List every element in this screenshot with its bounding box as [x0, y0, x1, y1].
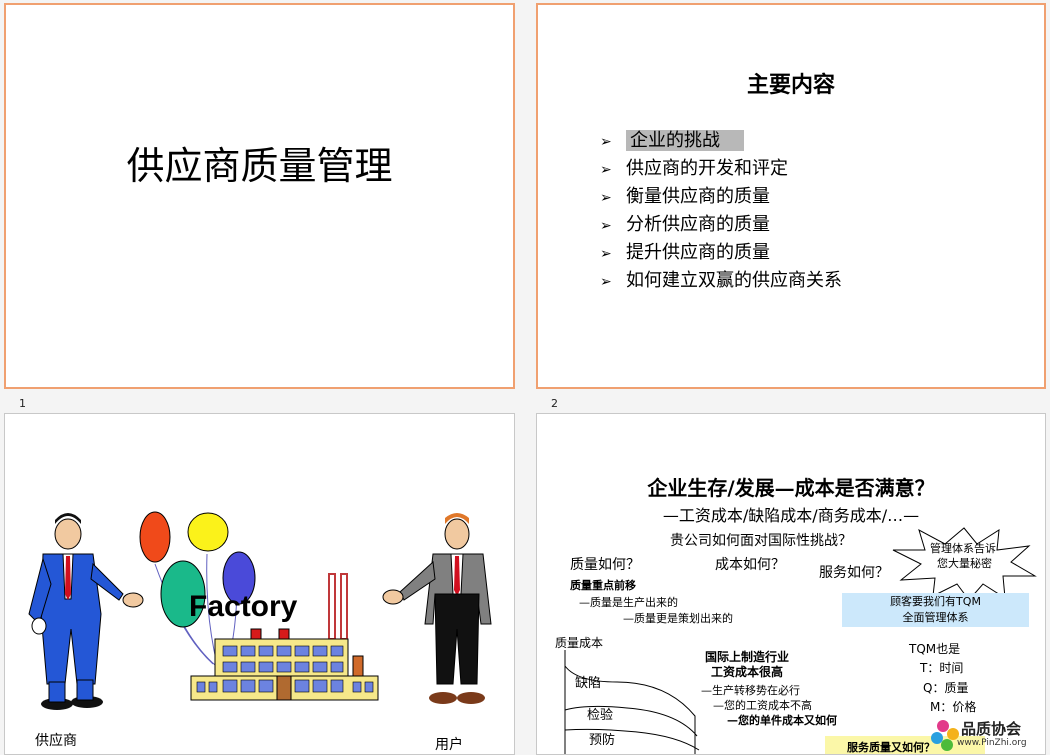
tqm-t-line: T：时间 — [920, 661, 964, 675]
arrow-bullet-icon: ➢ — [600, 134, 612, 150]
site-logo: 品质协会 www.PinZhi.org — [929, 716, 1045, 754]
logo-flower-icon — [931, 720, 959, 751]
toc-item: ➢ 提升供应商的质量 — [600, 239, 842, 267]
slide-number-1: 1 — [19, 397, 26, 410]
toc-item: ➢ 供应商的开发和评定 — [600, 155, 842, 183]
cost-question: 成本如何？ — [715, 557, 785, 573]
burst-line-2: 您大量秘密 — [937, 557, 992, 570]
toc-item-label: 供应商的开发和评定 — [626, 158, 788, 179]
focus-title: 质量重点前移 — [570, 579, 636, 592]
toc-item-label: 提升供应商的质量 — [626, 242, 770, 263]
arrow-bullet-icon: ➢ — [600, 246, 612, 262]
slide-title: 供应商质量管理 — [126, 144, 393, 188]
toc-item-label: 企业的挑战 — [626, 130, 744, 151]
cost-curve-chart — [564, 650, 700, 754]
slide-thumbnail-2[interactable]: 主要内容 ➢ 企业的挑战 ➢ 供应商的开发和评定 ➢ 衡量供应商的质量 ➢ 分析供应商的… — [536, 3, 1046, 389]
intl-line-4: —您的工资成本不高 — [713, 699, 812, 712]
toc-item: ➢ 衡量供应商的质量 — [600, 183, 842, 211]
tqm-also: TQM也是 — [909, 642, 961, 656]
toc-item: ➢ 企业的挑战 — [600, 127, 842, 155]
arrow-bullet-icon: ➢ — [600, 190, 612, 206]
slide-thumbnail-3[interactable]: Factory 供应商 用户 — [4, 413, 515, 755]
curve-label-inspection: 检验 — [587, 708, 614, 723]
supplier-figure — [28, 511, 492, 710]
curve-label-prevention: 预防 — [589, 733, 616, 748]
service-question: 服务如何？ — [819, 565, 889, 581]
bottom-banner-text: 服务质量又如何？ — [847, 741, 935, 754]
quality-question: 质量如何？ — [570, 557, 640, 573]
slide-number-2: 2 — [551, 397, 558, 410]
arrow-bullet-icon: ➢ — [600, 218, 612, 234]
toc-list: ➢ 企业的挑战 ➢ 供应商的开发和评定 ➢ 衡量供应商的质量 ➢ 分析供应商的质量 ➢ 提… — [600, 127, 842, 295]
toc-item-label: 分析供应商的质量 — [626, 214, 770, 235]
focus-line-2: —质量更是策划出来的 — [623, 612, 733, 625]
logo-text: 品质协会 — [961, 720, 1022, 738]
intl-line-2: 工资成本很高 — [711, 665, 784, 679]
tqm-q-line: Q：质量 — [923, 681, 969, 695]
intl-line-5: —您的单件成本又如何 — [727, 714, 837, 727]
arrow-bullet-icon: ➢ — [600, 274, 612, 290]
slide-thumbnail-1[interactable]: 供应商质量管理 — [4, 3, 515, 389]
logo-url: www.PinZhi.org — [957, 738, 1027, 748]
tqm-m-line: M：价格 — [930, 700, 977, 714]
slide-thumbnail-4[interactable]: 企业生存/发展—成本是否满意？ —工资成本/缺陷成本/商务成本/…— 贵公司如何… — [536, 413, 1046, 755]
toc-item-label: 衡量供应商的质量 — [626, 186, 770, 207]
slide-title: 主要内容 — [746, 72, 835, 98]
tqm-box-line-1: 顾客要我们有TQM — [890, 595, 981, 608]
tqm-box: 顾客要我们有TQM 全面管理体系 — [842, 593, 1029, 627]
curve-label-defect: 缺陷 — [575, 676, 602, 691]
challenge-text: 贵公司如何面对国际性挑战？ — [670, 533, 852, 549]
supplier-label: 供应商 — [35, 733, 77, 749]
burst-line-1: 管理体系告诉 — [930, 542, 996, 555]
toc-item: ➢ 如何建立双赢的供应商关系 — [600, 267, 842, 295]
intl-line-3: —生产转移势在必行 — [701, 684, 800, 697]
tqm-box-line-2: 全面管理体系 — [902, 611, 969, 624]
factory-label: Factory — [189, 590, 298, 623]
focus-line-1: —质量是生产出来的 — [579, 596, 678, 609]
toc-item: ➢ 分析供应商的质量 — [600, 211, 842, 239]
arrow-bullet-icon: ➢ — [600, 162, 612, 178]
user-label: 用户 — [435, 737, 463, 753]
toc-item-label: 如何建立双赢的供应商关系 — [626, 270, 842, 291]
slide-headline: 企业生存/发展—成本是否满意？ — [647, 476, 935, 500]
